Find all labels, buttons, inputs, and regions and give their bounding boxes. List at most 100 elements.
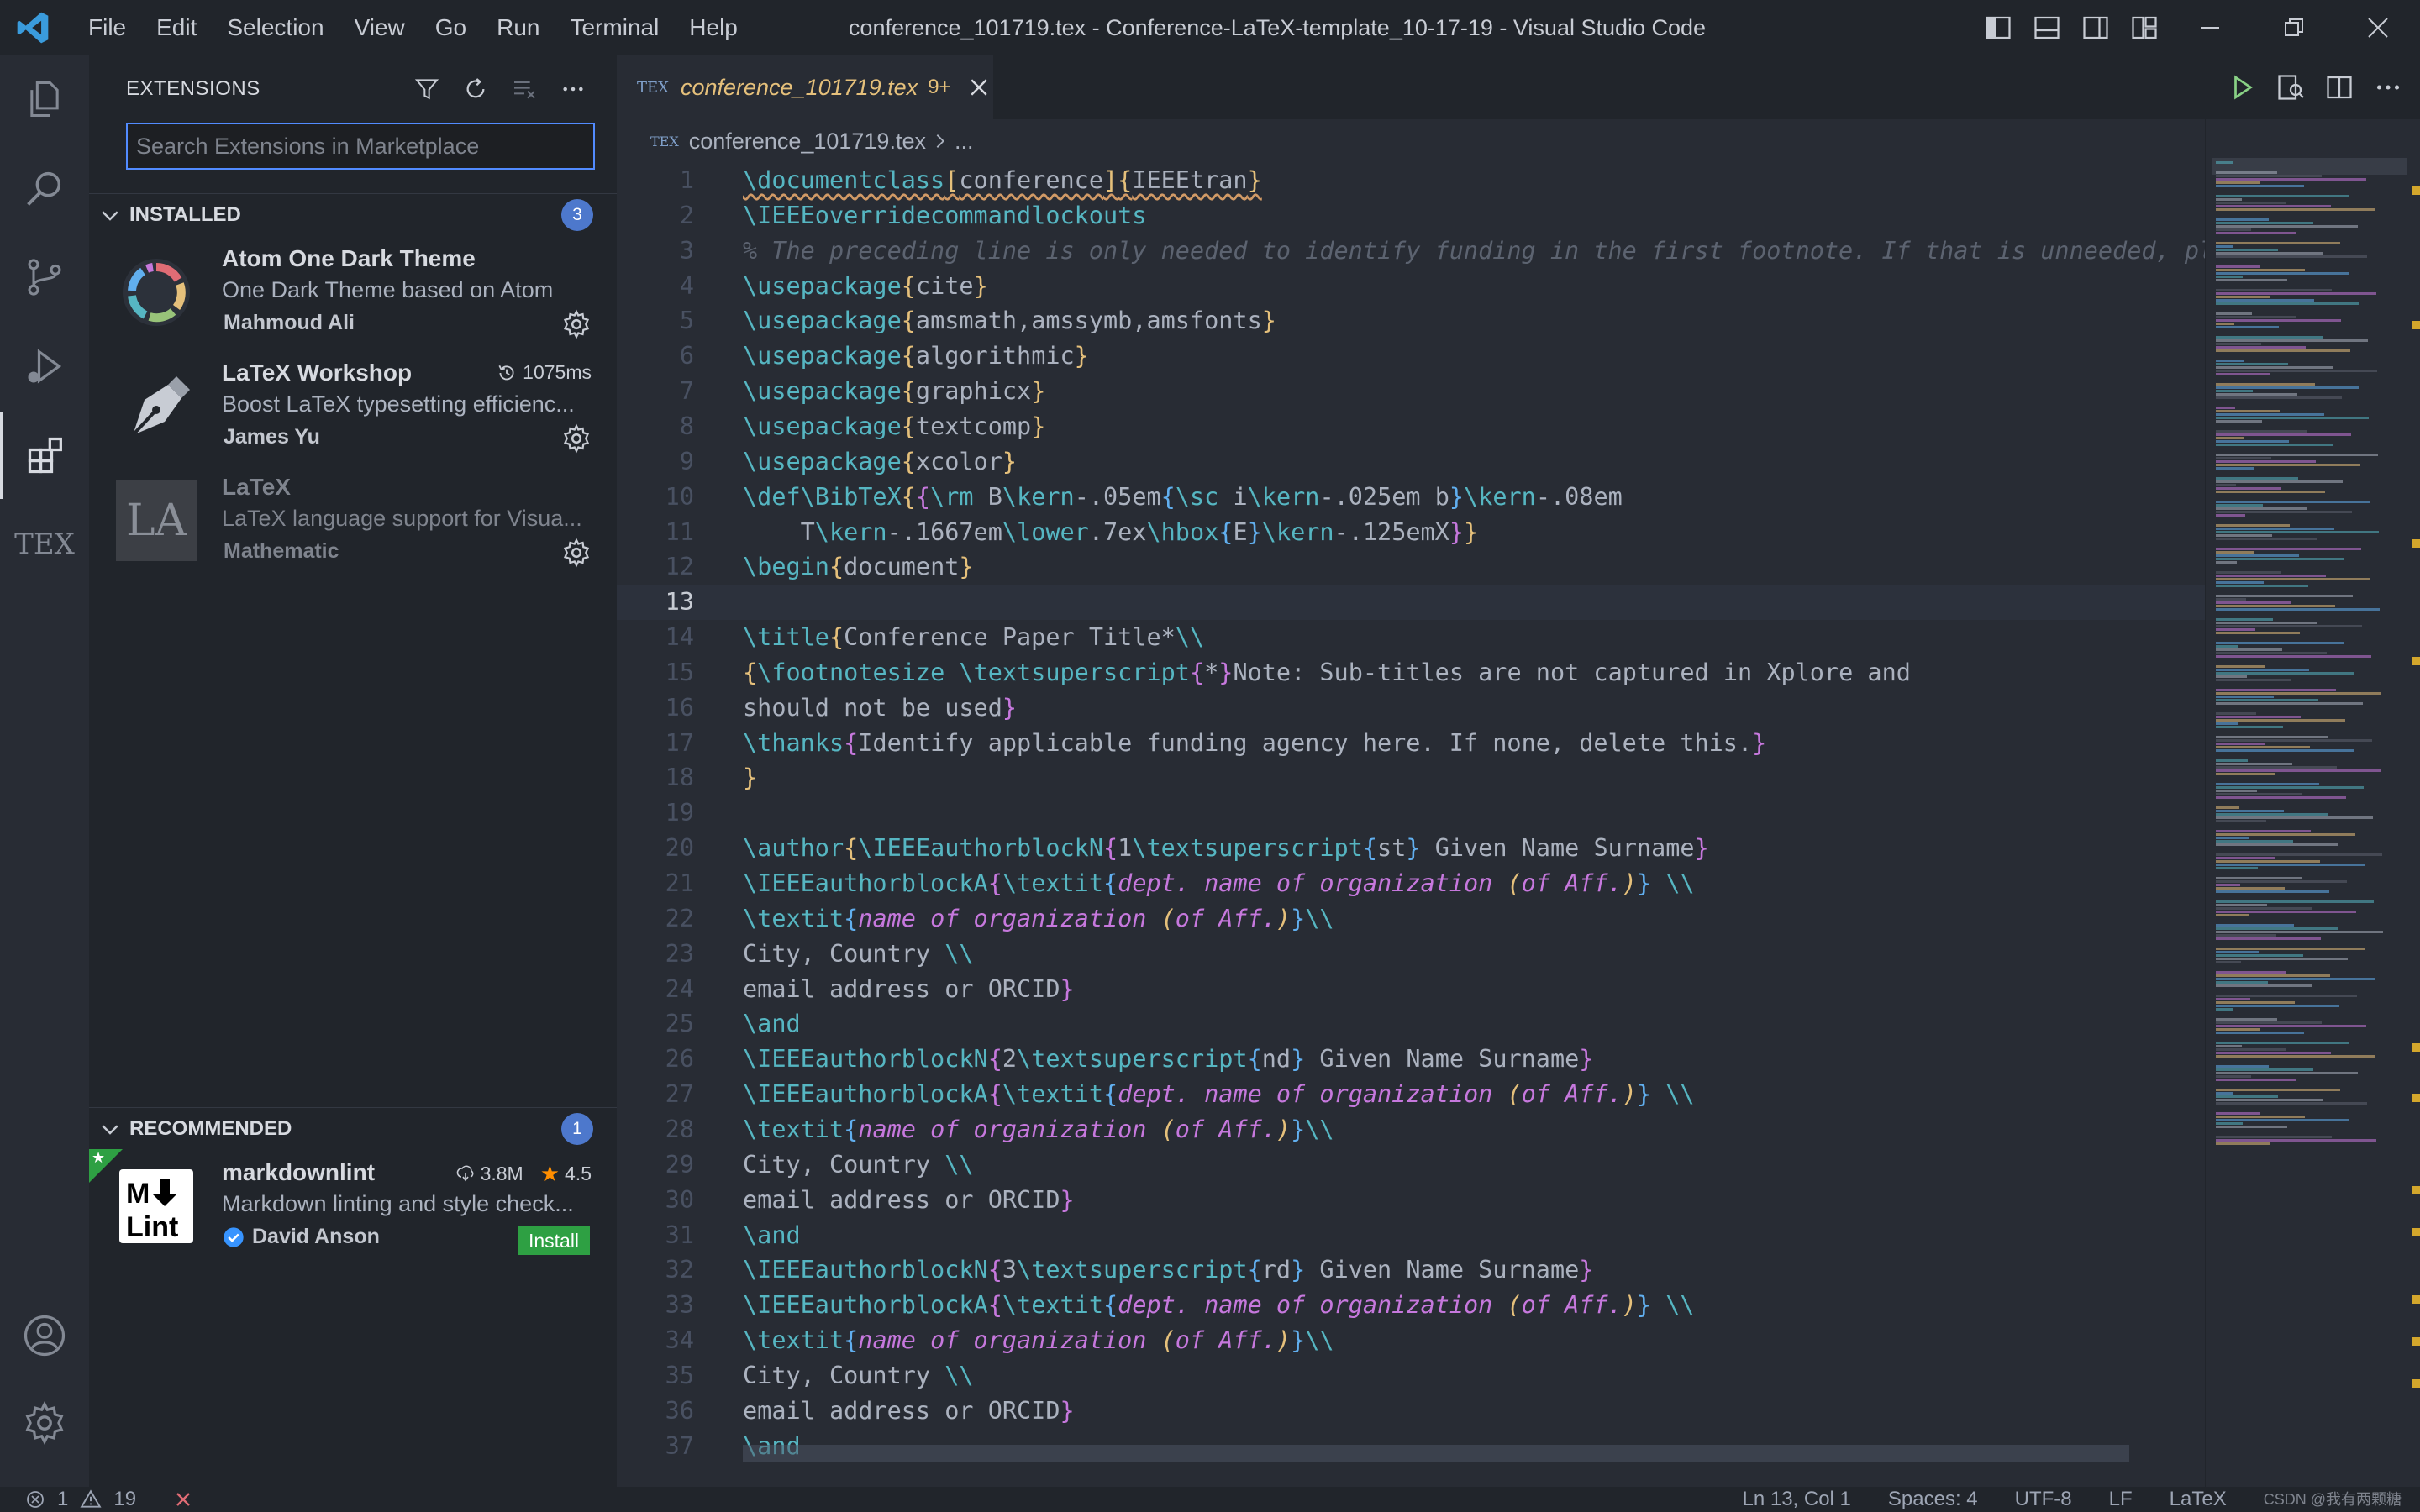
code-line[interactable]: 3 % The preceding line is only needed to … [617, 234, 2205, 269]
activity-tex[interactable]: TEX [0, 501, 89, 588]
code-token: ] [1102, 166, 1118, 194]
code-line[interactable]: 28 \textit{name of organization (of Aff.)… [617, 1112, 2205, 1147]
activity-source-control[interactable] [0, 234, 89, 321]
code-line[interactable]: 15 {\footnotesize \textsuperscript{*}Note… [617, 655, 2205, 690]
horizontal-scrollbar[interactable] [743, 1445, 2129, 1462]
tab-conference-tex[interactable]: TEX conference_101719.tex 9+ [617, 55, 993, 119]
code-line[interactable]: 13 [617, 585, 2205, 621]
ellipsis-icon[interactable] [2373, 72, 2403, 102]
code-line[interactable]: 23 City, Country \\ [617, 937, 2205, 972]
code-line[interactable]: 2 \IEEEoverridecommandlockouts [617, 198, 2205, 234]
menu-selection[interactable]: Selection [212, 0, 339, 55]
code-line[interactable]: 36 email address or ORCID} [617, 1394, 2205, 1429]
split-editor-icon[interactable] [2324, 72, 2354, 102]
code-line[interactable]: 32 \IEEEauthorblockN{3\textsuperscript{rd… [617, 1252, 2205, 1288]
end-of-line[interactable]: LF [2091, 1487, 2151, 1512]
code-line[interactable]: 25 \and [617, 1006, 2205, 1042]
menu-file[interactable]: File [73, 0, 141, 55]
indentation[interactable]: Spaces: 4 [1870, 1487, 1996, 1512]
code-token: \\ [1665, 869, 1695, 897]
scrollbar-warning-marker [2412, 1379, 2420, 1388]
activity-search[interactable] [0, 144, 89, 232]
latex-build-error-icon[interactable] [173, 1489, 193, 1509]
restore-button[interactable] [2252, 0, 2336, 55]
code-line[interactable]: 29 City, Country \\ [617, 1147, 2205, 1183]
manage-extension-gear-icon[interactable] [561, 538, 592, 568]
code-line[interactable]: 19 [617, 795, 2205, 831]
code-line[interactable]: 4 \usepackage{cite} [617, 269, 2205, 304]
extension-search-box[interactable] [126, 123, 595, 170]
code-line[interactable]: 33 \IEEEauthorblockA{\textit{dept. name o… [617, 1288, 2205, 1323]
code-line[interactable]: 26 \IEEEauthorblockN{2\textsuperscript{nd… [617, 1042, 2205, 1077]
menu-run[interactable]: Run [481, 0, 555, 55]
activity-accounts[interactable] [0, 1292, 89, 1379]
close-tab-icon[interactable] [966, 75, 992, 100]
language-mode[interactable]: LaTeX [2151, 1487, 2245, 1512]
run-file-icon[interactable] [2227, 72, 2257, 102]
code-line[interactable]: 24 email address or ORCID} [617, 972, 2205, 1007]
code-line[interactable]: 1 \documentclass[conference]{IEEEtran} [617, 163, 2205, 198]
code-line[interactable]: 10 \def\BibTeX{{\rm B\kern-.05em{\sc i\ke… [617, 480, 2205, 515]
menu-edit[interactable]: Edit [141, 0, 212, 55]
activity-extensions[interactable] [0, 412, 89, 499]
menu-go[interactable]: Go [420, 0, 481, 55]
more-actions-button[interactable] [558, 74, 588, 104]
code-line[interactable]: 6 \usepackage{algorithmic} [617, 339, 2205, 374]
toggle-primary-sidebar-icon[interactable] [1983, 13, 2013, 43]
code-line[interactable]: 31 \and [617, 1218, 2205, 1253]
code-line[interactable]: 8 \usepackage{textcomp} [617, 409, 2205, 444]
line-number: 2 [679, 201, 694, 229]
activity-explorer[interactable] [0, 55, 89, 143]
extension-item-atom-one-dark[interactable]: Atom One Dark Theme One Dark Theme based… [89, 235, 617, 349]
installed-section-header[interactable]: INSTALLED 3 [89, 193, 617, 235]
menu-help[interactable]: Help [674, 0, 753, 55]
customize-layout-icon[interactable] [2129, 13, 2160, 43]
code-line[interactable]: 16 should not be used} [617, 690, 2205, 726]
breadcrumb-file[interactable]: conference_101719.tex [689, 129, 926, 155]
cursor-position[interactable]: Ln 13, Col 1 [1723, 1487, 1869, 1512]
activity-manage[interactable] [0, 1379, 89, 1467]
minimize-button[interactable] [2168, 0, 2252, 55]
code-editor[interactable]: 37\and36email address or ORCID}35City, C… [617, 163, 2205, 1462]
view-latex-pdf-icon[interactable] [2275, 72, 2306, 102]
install-button[interactable]: Install [518, 1226, 590, 1255]
menu-terminal[interactable]: Terminal [555, 0, 674, 55]
refresh-button[interactable] [460, 74, 491, 104]
toggle-panel-icon[interactable] [2032, 13, 2062, 43]
recommended-section-header[interactable]: RECOMMENDED 1 [89, 1107, 617, 1149]
code-line[interactable]: 14 \title{Conference Paper Title*\\ [617, 620, 2205, 655]
code-line[interactable]: 21 \IEEEauthorblockA{\textit{dept. name o… [617, 866, 2205, 901]
code-line[interactable]: 30 email address or ORCID} [617, 1183, 2205, 1218]
manage-extension-gear-icon[interactable] [561, 423, 592, 454]
extension-item-markdownlint[interactable]: ★ M Lint markdownlint 3.8M ★ 4.5 Markdow… [89, 1149, 617, 1263]
problems-indicator[interactable]: 1 19 [0, 1488, 193, 1511]
menu-view[interactable]: View [339, 0, 420, 55]
code-line[interactable]: 5 \usepackage{amsmath,amssymb,amsfonts} [617, 303, 2205, 339]
close-window-button[interactable] [2336, 0, 2420, 55]
code-line[interactable]: 11 T\kern-.1667em\lower.7ex\hbox{E}\kern… [617, 515, 2205, 550]
code-line[interactable]: 20 \author{\IEEEauthorblockN{1\textsupers… [617, 831, 2205, 866]
code-line[interactable]: 35 City, Country \\ [617, 1358, 2205, 1394]
minimap-line [2216, 1001, 2295, 1004]
extension-search-input[interactable] [136, 133, 593, 160]
minimap-line [2216, 507, 2307, 510]
extension-item-latex[interactable]: LA LaTeX LaTeX language support for Visu… [89, 464, 617, 578]
code-line[interactable]: 22 \textit{name of organization (of Aff.)… [617, 901, 2205, 937]
code-line[interactable]: 9 \usepackage{xcolor} [617, 444, 2205, 480]
code-line[interactable]: 18} [617, 760, 2205, 795]
minimap[interactable] [2205, 119, 2420, 1487]
activity-run-debug[interactable] [0, 323, 89, 410]
code-line[interactable]: 12 \begin{document} [617, 549, 2205, 585]
code-line[interactable]: 27 \IEEEauthorblockA{\textit{dept. name o… [617, 1077, 2205, 1112]
code-line[interactable]: 17 \thanks{Identify applicable funding ag… [617, 726, 2205, 761]
minimap-line [2216, 524, 2290, 527]
code-line[interactable]: 34 \textit{name of organization (of Aff.)… [617, 1323, 2205, 1358]
breadcrumb-symbols[interactable]: ... [955, 129, 974, 155]
toggle-secondary-sidebar-icon[interactable] [2081, 13, 2111, 43]
code-line[interactable]: 7 \usepackage{graphicx} [617, 374, 2205, 409]
manage-extension-gear-icon[interactable] [561, 309, 592, 339]
extension-item-latex-workshop[interactable]: LaTeX Workshop 1075ms Boost LaTeX typese… [89, 349, 617, 464]
filter-extensions-button[interactable] [412, 74, 442, 104]
clear-search-button[interactable] [509, 74, 539, 104]
encoding[interactable]: UTF-8 [1996, 1487, 2091, 1512]
